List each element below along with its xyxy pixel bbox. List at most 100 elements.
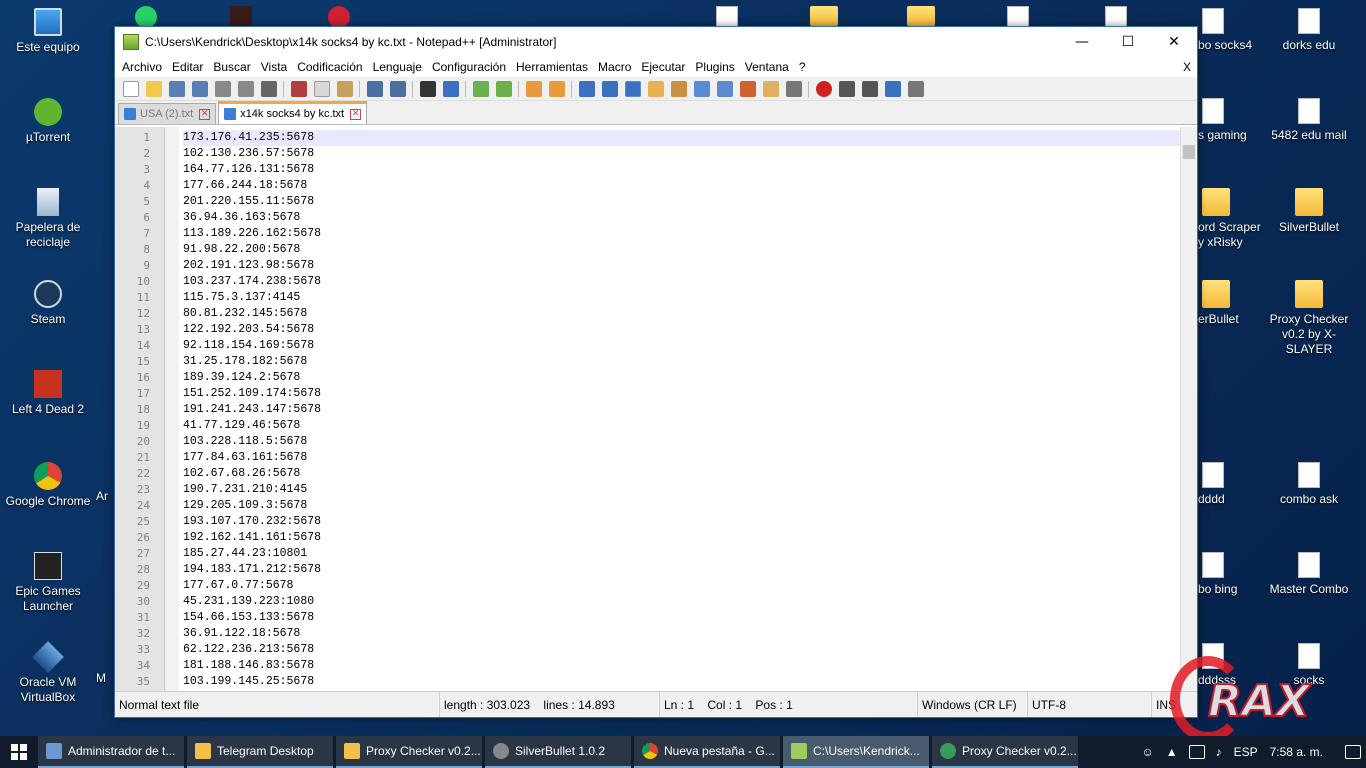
- desktop-icon-partial[interactable]: erBullet: [1198, 280, 1268, 327]
- text-line[interactable]: 177.84.63.161:5678: [183, 450, 1180, 466]
- text-line[interactable]: 103.199.145.25:5678: [183, 674, 1180, 690]
- desktop-icon-partial[interactable]: bo socks4: [1198, 8, 1268, 53]
- monitoring-icon[interactable]: [785, 80, 802, 97]
- text-line[interactable]: 151.252.109.174:5678: [183, 386, 1180, 402]
- menu-plugins[interactable]: Plugins: [690, 57, 739, 77]
- text-line[interactable]: 173.176.41.235:5678: [183, 130, 1180, 146]
- menu-macro[interactable]: Macro: [593, 57, 636, 77]
- record-macro-icon[interactable]: [815, 80, 832, 97]
- text-line[interactable]: 189.39.124.2:5678: [183, 370, 1180, 386]
- desktop-icon-virtualbox[interactable]: Oracle VM VirtualBox: [0, 641, 96, 705]
- minimize-button[interactable]: —: [1059, 27, 1105, 57]
- paste-icon[interactable]: [336, 80, 353, 97]
- text-line[interactable]: 177.67.0.77:5678: [183, 578, 1180, 594]
- desktop-icon-left4dead2[interactable]: Left 4 Dead 2: [0, 370, 96, 417]
- close-document-button[interactable]: X: [1177, 60, 1197, 74]
- desktop-icon-combo-ask[interactable]: combo ask: [1261, 462, 1357, 507]
- desktop-icon-edu-mail[interactable]: 5482 edu mail: [1261, 98, 1357, 143]
- text-line[interactable]: 164.77.126.131:5678: [183, 162, 1180, 178]
- editor-text[interactable]: 173.176.41.235:5678 102.130.236.57:5678 16…: [179, 127, 1180, 691]
- scrollbar-thumb[interactable]: [1183, 145, 1195, 159]
- open-file-icon[interactable]: [145, 80, 162, 97]
- language-indicator[interactable]: ESP: [1228, 745, 1264, 759]
- zoom-in-icon[interactable]: [472, 80, 489, 97]
- indent-guide-icon[interactable]: [624, 80, 641, 97]
- text-line[interactable]: 36.94.36.163:5678: [183, 210, 1180, 226]
- open-folder-icon[interactable]: [762, 80, 779, 97]
- people-icon[interactable]: ☺: [1135, 745, 1159, 759]
- text-line[interactable]: 193.107.170.232:5678: [183, 514, 1180, 530]
- text-line[interactable]: 91.98.22.200:5678: [183, 242, 1180, 258]
- action-center-icon[interactable]: [1345, 745, 1361, 759]
- desktop-icon-partial[interactable]: Ar: [96, 489, 114, 504]
- taskbar-item-task-manager[interactable]: Administrador de t...: [38, 736, 184, 768]
- volume-icon[interactable]: ♪: [1210, 745, 1228, 759]
- desktop-icon-partial[interactable]: M: [96, 671, 114, 686]
- redo-icon[interactable]: [389, 80, 406, 97]
- desktop-icon-silverbullet[interactable]: SilverBullet: [1261, 188, 1357, 235]
- text-line[interactable]: 129.205.109.3:5678: [183, 498, 1180, 514]
- text-line[interactable]: 122.192.203.54:5678: [183, 322, 1180, 338]
- play-macro-icon[interactable]: [861, 80, 878, 97]
- sync-horizontal-icon[interactable]: [548, 80, 565, 97]
- folder-workspace-icon[interactable]: [716, 80, 733, 97]
- function-list-icon[interactable]: [693, 80, 710, 97]
- menu-help[interactable]: ?: [794, 57, 811, 77]
- run-multiple-icon[interactable]: [884, 80, 901, 97]
- network-icon[interactable]: [1188, 745, 1205, 759]
- menu-configuracion[interactable]: Configuración: [427, 57, 511, 77]
- text-line[interactable]: 102.130.236.57:5678: [183, 146, 1180, 162]
- text-line[interactable]: 31.25.178.182:5678: [183, 354, 1180, 370]
- desktop-icon-partial[interactable]: s gaming: [1198, 98, 1268, 143]
- menu-buscar[interactable]: Buscar: [208, 57, 255, 77]
- text-line[interactable]: 177.66.244.18:5678: [183, 178, 1180, 194]
- desktop-icon-chrome[interactable]: Google Chrome: [0, 462, 96, 509]
- notepadpp-window[interactable]: C:\Users\Kendrick\Desktop\x14k socks4 by…: [114, 26, 1198, 718]
- tab-x14k-socks4[interactable]: x14k socks4 by kc.txt ✕: [218, 101, 368, 124]
- desktop-icon-proxy-checker[interactable]: Proxy Checker v0.2 by X-SLAYER: [1261, 280, 1357, 357]
- menu-archivo[interactable]: Archivo: [117, 57, 167, 77]
- taskbar-item-silverbullet[interactable]: SilverBullet 1.0.2: [485, 736, 631, 768]
- text-line[interactable]: 80.81.232.145:5678: [183, 306, 1180, 322]
- title-bar[interactable]: C:\Users\Kendrick\Desktop\x14k socks4 by…: [115, 27, 1197, 57]
- text-editor[interactable]: 1 2 3 4 5 6 7 8 9 10 11 12 13 14 15 16 17 18 19 20 21 22 23 24 2…: [115, 127, 1197, 691]
- desktop-icon-recycle-bin[interactable]: Papelera de reciclaje: [0, 188, 96, 250]
- text-line[interactable]: 192.162.141.161:5678: [183, 530, 1180, 546]
- text-line[interactable]: 113.189.226.162:5678: [183, 226, 1180, 242]
- text-line[interactable]: 185.27.44.23:10801: [183, 546, 1180, 562]
- desktop-icon-partial[interactable]: dddd: [1198, 462, 1268, 507]
- taskbar-item-chrome[interactable]: Nueva pestaña - G...: [634, 736, 780, 768]
- close-button[interactable]: ✕: [1151, 27, 1197, 57]
- menu-ejecutar[interactable]: Ejecutar: [636, 57, 690, 77]
- text-line[interactable]: 191.241.243.147:5678: [183, 402, 1180, 418]
- close-file-icon[interactable]: [214, 80, 231, 97]
- desktop-icon-utorrent[interactable]: µTorrent: [0, 98, 96, 145]
- undo-icon[interactable]: [366, 80, 383, 97]
- save-macro-icon[interactable]: [907, 80, 924, 97]
- text-line[interactable]: 115.75.3.137:4145: [183, 290, 1180, 306]
- text-line[interactable]: 202.191.123.98:5678: [183, 258, 1180, 274]
- close-tab-icon[interactable]: ✕: [350, 108, 362, 120]
- replace-icon[interactable]: [442, 80, 459, 97]
- taskbar-item-proxy-checker-app[interactable]: Proxy Checker v0.2...: [932, 736, 1078, 768]
- status-eol[interactable]: Windows (CR LF): [918, 692, 1028, 717]
- menu-editar[interactable]: Editar: [167, 57, 208, 77]
- text-line[interactable]: 45.231.139.223:1080: [183, 594, 1180, 610]
- text-line[interactable]: 154.66.153.133:5678: [183, 610, 1180, 626]
- zoom-out-icon[interactable]: [495, 80, 512, 97]
- menu-codificacion[interactable]: Codificación: [292, 57, 367, 77]
- print-icon[interactable]: [260, 80, 277, 97]
- desktop-icon-steam[interactable]: Steam: [0, 280, 96, 327]
- text-line[interactable]: 194.183.171.212:5678: [183, 562, 1180, 578]
- text-line[interactable]: 36.91.122.18:5678: [183, 626, 1180, 642]
- text-line[interactable]: 201.220.155.11:5678: [183, 194, 1180, 210]
- text-line[interactable]: 181.188.146.83:5678: [183, 658, 1180, 674]
- language-icon[interactable]: [647, 80, 664, 97]
- text-line[interactable]: 103.237.174.238:5678: [183, 274, 1180, 290]
- copy-icon[interactable]: [313, 80, 330, 97]
- save-all-icon[interactable]: [191, 80, 208, 97]
- text-line[interactable]: 190.7.231.210:4145: [183, 482, 1180, 498]
- stop-macro-icon[interactable]: [838, 80, 855, 97]
- start-button[interactable]: [0, 736, 38, 768]
- text-line[interactable]: 41.77.129.46:5678: [183, 418, 1180, 434]
